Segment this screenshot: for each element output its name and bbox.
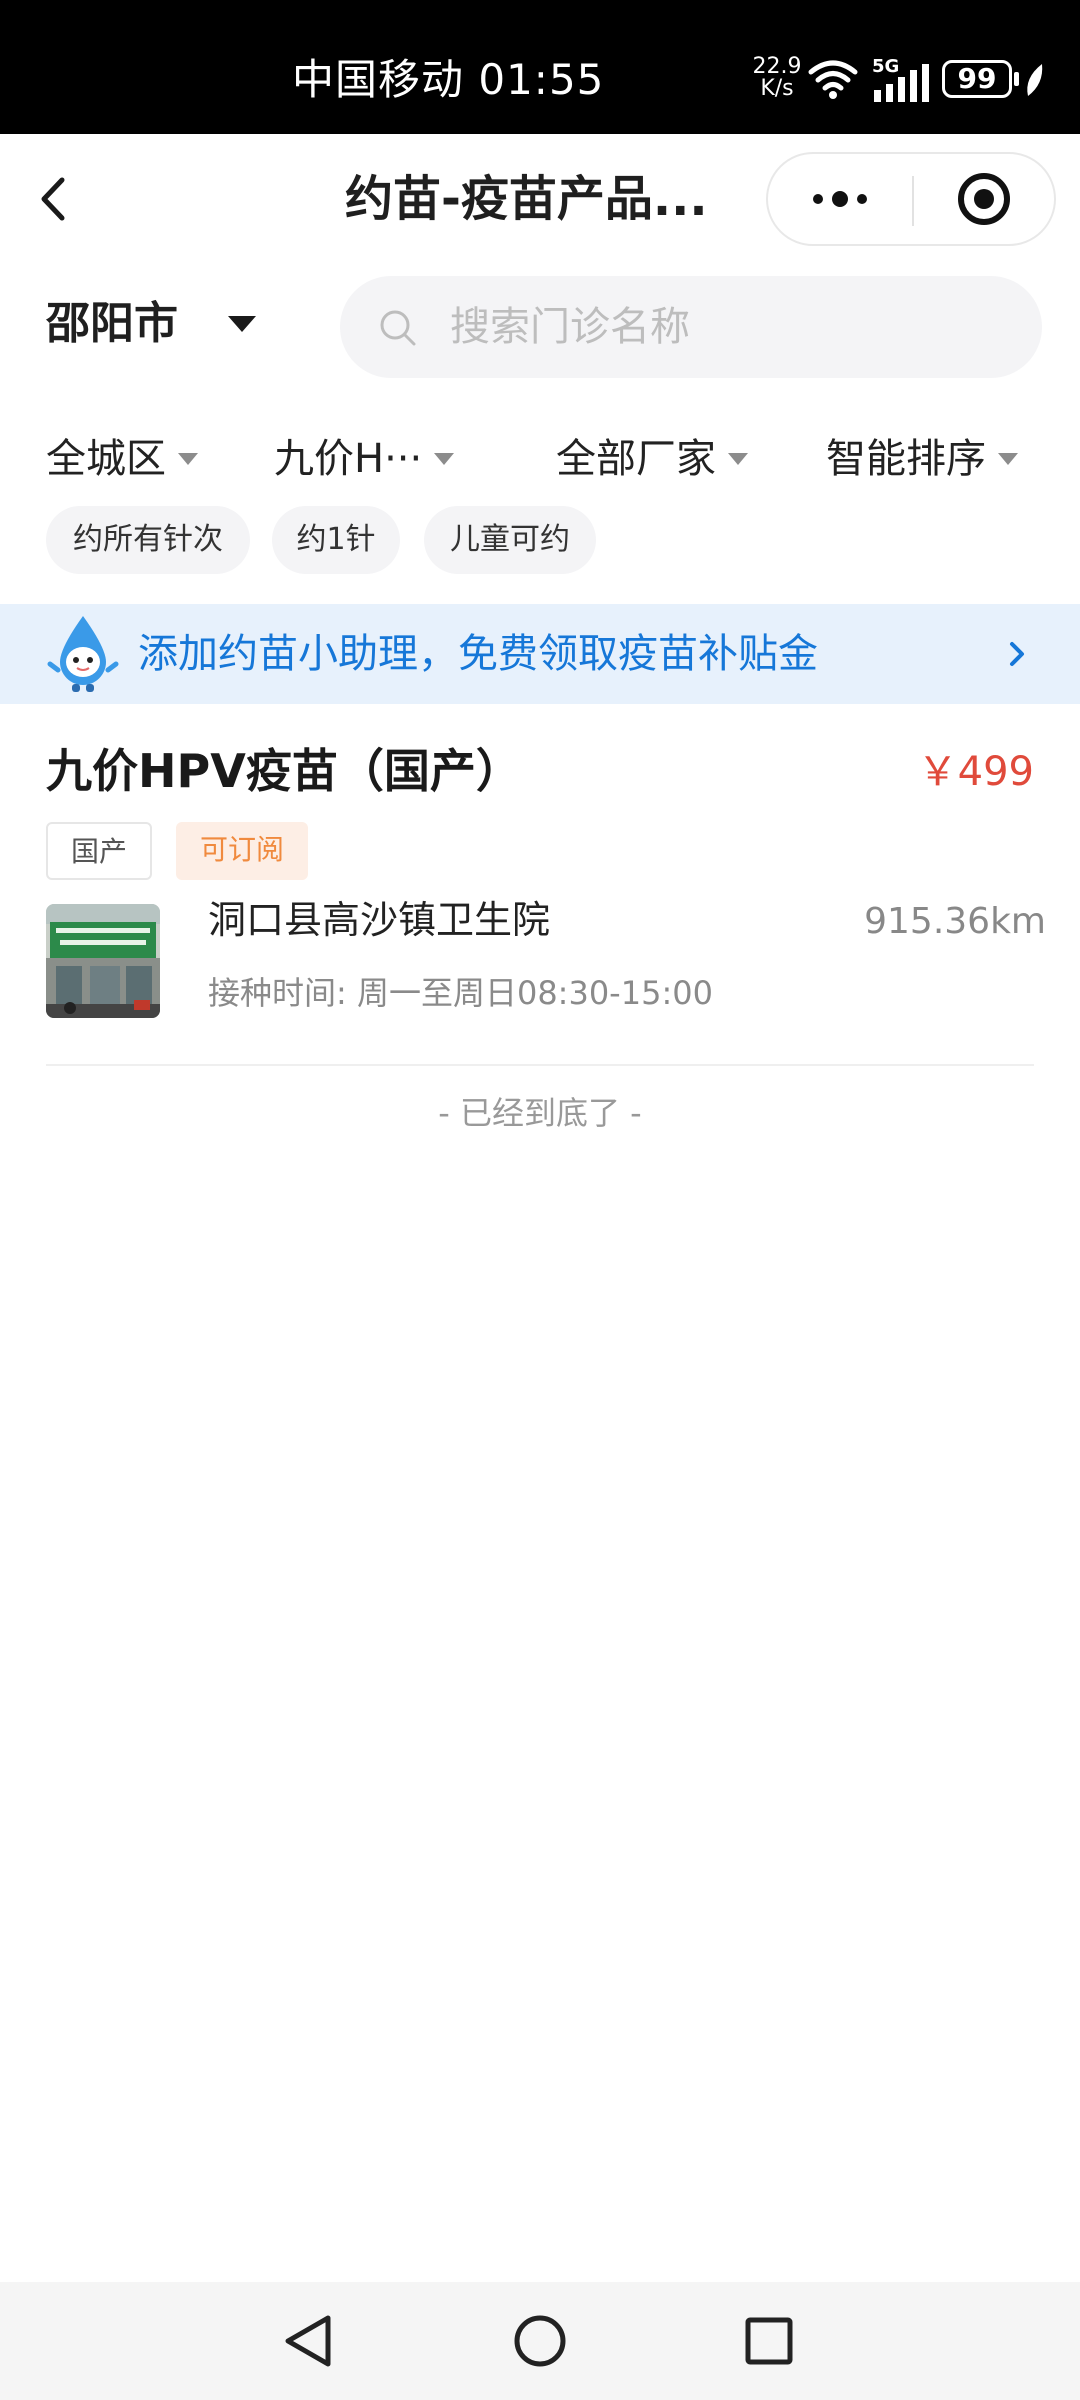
- title-bar: 约苗-疫苗产品...: [0, 134, 1080, 264]
- search-bar[interactable]: [340, 276, 1042, 378]
- status-bar: 中国移动 01:55 22.9 K/s 5G 99: [0, 0, 1080, 134]
- signal-icon: [874, 64, 929, 102]
- tag-subscribable: 可订阅: [176, 822, 308, 880]
- more-button[interactable]: [768, 154, 912, 244]
- caret-down-icon: [178, 453, 198, 465]
- assistant-banner[interactable]: 添加约苗小助理，免费领取疫苗补贴金: [0, 604, 1080, 704]
- tag-domestic: 国产: [46, 822, 152, 880]
- chevron-right-icon: [1010, 642, 1024, 666]
- clinic-distance: 915.36km: [864, 901, 1046, 942]
- filter-district[interactable]: 全城区: [46, 426, 198, 492]
- battery-tip: [1014, 72, 1019, 86]
- caret-down-icon: [998, 453, 1018, 465]
- triangle-back-icon: [285, 2315, 331, 2367]
- mascot-icon: [47, 616, 119, 692]
- filter-sort-label: 智能排序: [826, 436, 986, 482]
- system-navigation-bar: [0, 2282, 1080, 2400]
- circle-home-icon: [514, 2315, 566, 2367]
- product-price: ￥499: [917, 749, 1034, 795]
- back-arrow-icon: [41, 177, 65, 221]
- nav-back-button[interactable]: [264, 2304, 354, 2378]
- divider: [46, 1064, 1034, 1066]
- back-button[interactable]: [30, 164, 90, 234]
- filter-manufacturer-label: 全部厂家: [556, 436, 716, 482]
- filter-district-label: 全城区: [46, 436, 166, 482]
- banner-text: 添加约苗小助理，免费领取疫苗补贴金: [138, 631, 818, 677]
- target-close-icon: [958, 173, 1010, 225]
- nav-home-button[interactable]: [495, 2304, 585, 2378]
- chip-all-doses[interactable]: 约所有针次: [46, 506, 250, 574]
- nav-recents-button[interactable]: [724, 2304, 814, 2378]
- caret-down-icon: [434, 453, 455, 465]
- clinic-name: 洞口县高沙镇卫生院: [208, 898, 551, 942]
- search-input[interactable]: [450, 294, 1010, 360]
- filter-vaccine[interactable]: 九价H···: [274, 426, 455, 492]
- page-title: 约苗-疫苗产品...: [345, 171, 708, 227]
- close-button[interactable]: [914, 154, 1054, 244]
- square-recents-icon: [745, 2317, 793, 2365]
- battery-icon: 99: [942, 60, 1012, 98]
- leaf-icon: [1027, 64, 1043, 96]
- caret-down-icon: [228, 316, 256, 332]
- clinic-hours: 接种时间: 周一至周日08:30-15:00: [208, 974, 713, 1012]
- list-end-text: - 已经到底了 -: [438, 1094, 642, 1132]
- product-name: 九价HPV疫苗（国产）: [46, 744, 522, 798]
- mini-program-capsule: [766, 152, 1056, 246]
- city-label: 邵阳市: [46, 298, 178, 349]
- speed-value: 22.9: [752, 54, 802, 79]
- filter-vaccine-label: 九价H···: [274, 436, 423, 482]
- city-selector[interactable]: 邵阳市: [46, 284, 266, 364]
- search-icon: [380, 310, 416, 346]
- chip-children[interactable]: 儿童可约: [424, 506, 596, 574]
- more-dots-icon: [813, 191, 867, 207]
- battery-level: 99: [957, 62, 997, 95]
- clinic-photo: [46, 904, 160, 1018]
- filter-sort[interactable]: 智能排序: [826, 426, 1018, 492]
- filter-manufacturer[interactable]: 全部厂家: [556, 426, 748, 492]
- speed-unit: K/s: [760, 76, 794, 101]
- chip-one-dose[interactable]: 约1针: [272, 506, 400, 574]
- carrier-time: 中国移动 01:55: [292, 55, 605, 104]
- network-speed: 22.9 K/s: [752, 56, 802, 100]
- caret-down-icon: [728, 453, 748, 465]
- wifi-icon: [808, 60, 858, 99]
